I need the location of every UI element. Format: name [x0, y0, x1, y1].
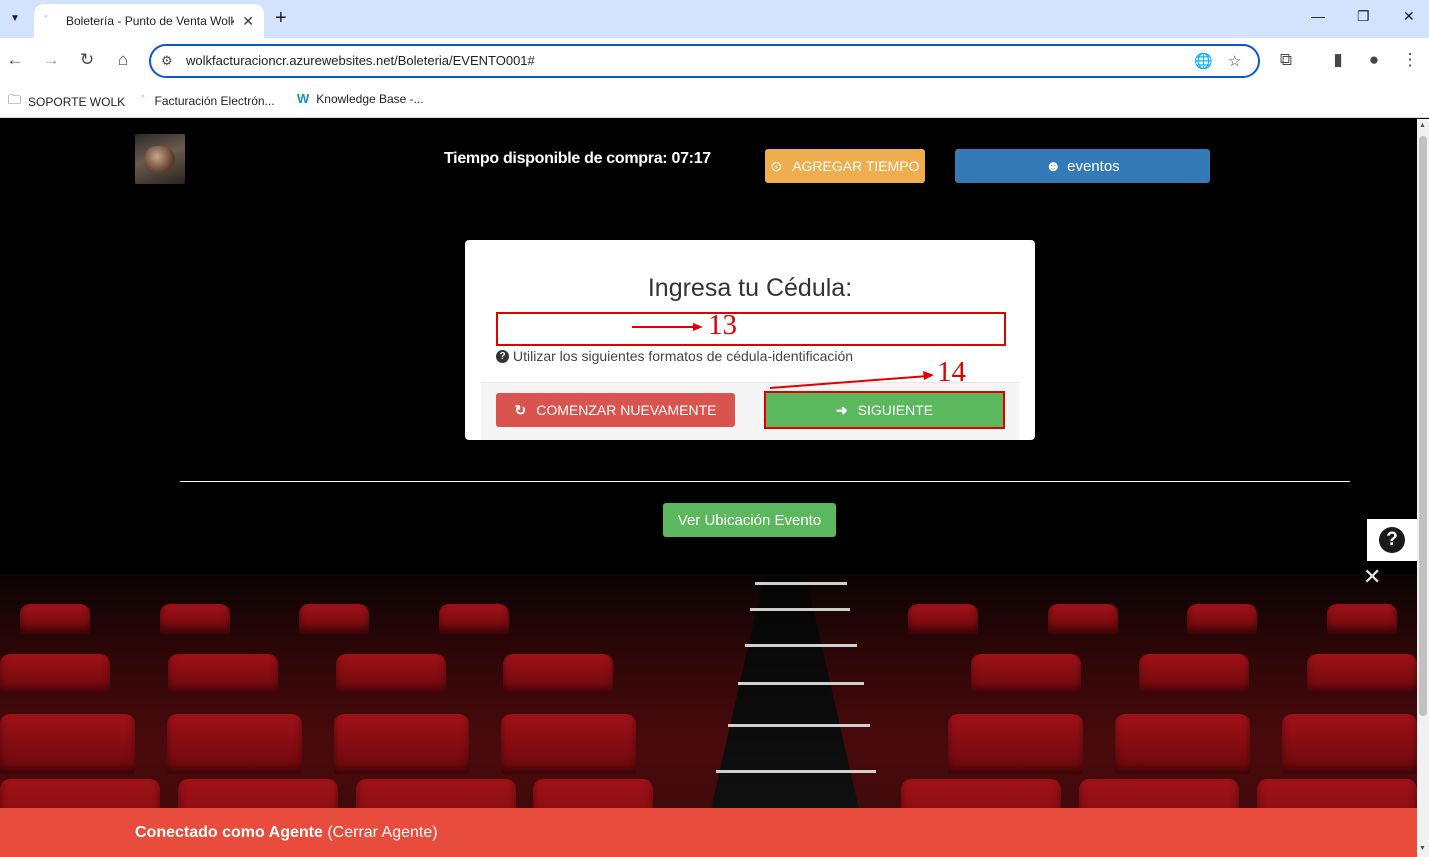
- seat-row: [0, 654, 1417, 694]
- aisle-step: [745, 644, 857, 647]
- wolk-favicon-icon: ﾞ: [141, 94, 148, 109]
- id-format-help[interactable]: ? Utilizar los siguientes formatos de cé…: [496, 348, 853, 364]
- tab-favicon-icon: ﾞ: [44, 14, 51, 28]
- scroll-thumb[interactable]: [1419, 136, 1427, 716]
- id-number-input[interactable]: [496, 312, 1006, 346]
- tab-close-icon[interactable]: ✕: [242, 13, 254, 30]
- back-icon[interactable]: ←: [5, 50, 25, 70]
- bookmark-label: SOPORTE WOLK: [28, 95, 126, 109]
- purchase-timer: Tiempo disponible de compra: 07:17: [444, 150, 711, 167]
- bookmarks-bar: 🗀 SOPORTE WOLK ﾞ Facturación Electrón...…: [0, 84, 1429, 118]
- site-info-icon[interactable]: ⚙: [161, 53, 173, 69]
- add-time-button[interactable]: ⊙ AGREGAR TIEMPO: [765, 149, 925, 183]
- wolk-w-icon: W: [297, 91, 310, 106]
- active-tab[interactable]: ﾞ Boletería - Punto de Venta Wolk ✕: [34, 4, 264, 38]
- new-tab-icon[interactable]: +: [275, 8, 287, 28]
- url-text[interactable]: wolkfacturacioncr.azurewebsites.net/Bole…: [186, 53, 535, 68]
- home-icon[interactable]: ⌂: [113, 50, 133, 70]
- annotation-marker-13: 13: [708, 309, 737, 341]
- user-circle-icon: ☻: [1045, 157, 1062, 175]
- next-label: SIGUIENTE: [857, 402, 934, 418]
- address-bar[interactable]: ⚙ wolkfacturacioncr.azurewebsites.net/Bo…: [149, 44, 1260, 78]
- tab-search-icon[interactable]: ▼: [4, 7, 26, 29]
- id-form-card: Ingresa tu Cédula: ? Utilizar los siguie…: [465, 240, 1035, 440]
- restart-label: COMENZAR NUEVAMENTE: [536, 402, 717, 418]
- seat-row: [0, 604, 1417, 634]
- help-text-label: Utilizar los siguientes formatos de cédu…: [513, 348, 854, 364]
- bookmark-label: Facturación Electrón...: [154, 93, 275, 108]
- view-location-button[interactable]: Ver Ubicación Evento: [663, 503, 836, 537]
- close-window-icon[interactable]: ✕: [1403, 8, 1415, 25]
- scroll-down-icon[interactable]: ▼: [1419, 845, 1426, 852]
- agent-logout-link[interactable]: (Cerrar Agente): [327, 824, 437, 841]
- aisle-step: [755, 582, 847, 585]
- events-label: eventos: [1067, 157, 1120, 175]
- bookmark-label: Knowledge Base -...: [316, 91, 424, 106]
- question-circle-icon: ?: [496, 349, 509, 363]
- clock-icon: ⊙: [770, 157, 783, 174]
- reload-icon[interactable]: ↻: [77, 50, 97, 70]
- events-button[interactable]: ☻ eventos: [955, 149, 1210, 183]
- tab-title: Boletería - Punto de Venta Wolk: [66, 14, 234, 28]
- extensions-icon[interactable]: ⧉: [1276, 50, 1296, 70]
- agent-status-bar: Conectado como Agente (Cerrar Agente): [0, 808, 1417, 857]
- seat-row: [0, 714, 1417, 774]
- minimize-icon[interactable]: —: [1311, 8, 1325, 24]
- bookmark-soporte[interactable]: 🗀 SOPORTE WOLK: [8, 91, 125, 113]
- translate-icon[interactable]: 🌐: [1194, 52, 1213, 70]
- agent-status-text: Conectado como Agente (Cerrar Agente): [135, 824, 438, 842]
- folder-icon: 🗀: [8, 92, 22, 107]
- browser-toolbar: ← → ↻ ⌂ ⚙ wolkfacturacioncr.azurewebsite…: [0, 38, 1429, 84]
- annotation-marker-14: 14: [937, 356, 966, 388]
- refresh-icon: ↻: [514, 401, 527, 418]
- close-help-icon[interactable]: ✕: [1363, 564, 1381, 590]
- restart-button[interactable]: ↻ COMENZAR NUEVAMENTE: [496, 393, 735, 427]
- help-question-icon: ?: [1379, 527, 1405, 553]
- company-logo: [135, 134, 185, 184]
- arrow-right-icon: ➜: [835, 401, 848, 418]
- add-time-label: AGREGAR TIEMPO: [792, 158, 920, 174]
- restore-icon[interactable]: ❐: [1357, 8, 1370, 25]
- page-content: Tiempo disponible de compra: 07:17 ⊙ AGR…: [0, 119, 1417, 857]
- bookmark-knowledge-base[interactable]: W Knowledge Base -...: [297, 91, 424, 106]
- side-panel-icon[interactable]: ▮: [1328, 50, 1348, 70]
- profile-avatar-icon[interactable]: ●: [1364, 50, 1384, 70]
- help-widget[interactable]: ?: [1367, 519, 1417, 561]
- tab-strip: ▼ ﾞ Boletería - Punto de Venta Wolk ✕ + …: [0, 0, 1429, 38]
- menu-kebab-icon[interactable]: ⋮: [1400, 50, 1420, 70]
- form-footer: ↻ COMENZAR NUEVAMENTE ➜ SIGUIENTE: [481, 382, 1019, 440]
- section-divider: [180, 481, 1350, 482]
- bookmark-facturacion[interactable]: ﾞ Facturación Electrón...: [141, 91, 275, 110]
- forward-icon[interactable]: →: [41, 50, 61, 70]
- next-button[interactable]: ➜ SIGUIENTE: [764, 391, 1005, 429]
- agent-connected-label: Conectado como Agente: [135, 824, 323, 841]
- scroll-up-icon[interactable]: ▲: [1419, 122, 1426, 129]
- bookmark-star-icon[interactable]: ☆: [1228, 52, 1241, 70]
- form-title: Ingresa tu Cédula:: [647, 274, 853, 302]
- page-scrollbar[interactable]: ▲ ▼: [1417, 119, 1429, 857]
